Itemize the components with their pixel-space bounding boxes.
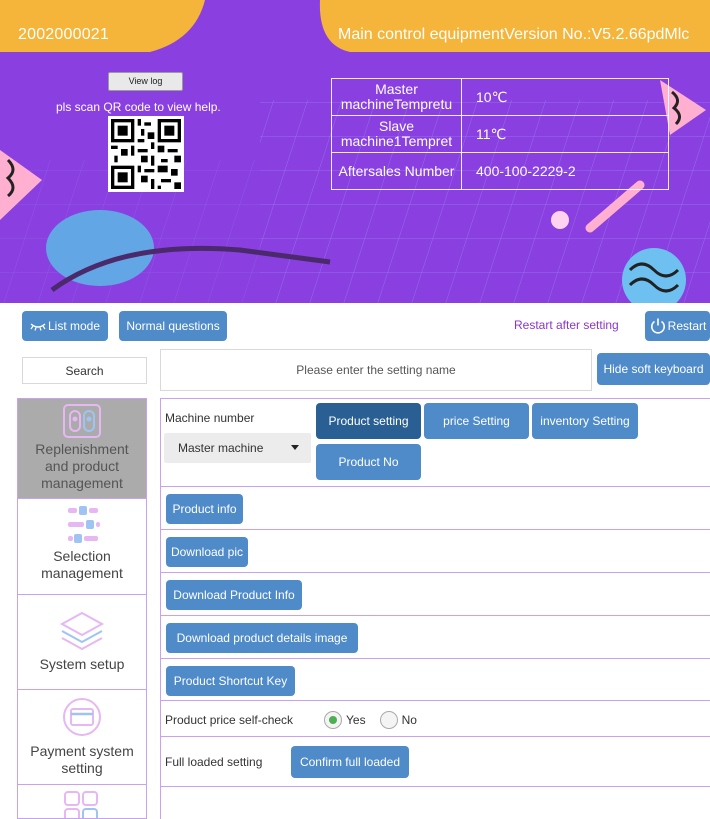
info-row: Slave machine1Tempret 11℃	[331, 115, 669, 153]
product-info-button[interactable]: Product info	[166, 494, 243, 524]
selection-icon	[68, 506, 100, 543]
radio-selected-dot	[329, 716, 337, 724]
normal-questions-button[interactable]: Normal questions	[119, 311, 227, 341]
download-details-image-row: Download product details image	[161, 616, 710, 659]
full-loaded-label: Full loaded setting	[165, 755, 263, 769]
info-key: Master machineTempretu	[331, 78, 462, 116]
tab-inventory-setting[interactable]: inventory Setting	[532, 403, 638, 439]
info-value: 11℃	[461, 115, 669, 153]
tab-product-setting[interactable]: Product setting	[316, 403, 421, 439]
shortcut-key-row: Product Shortcut Key	[161, 659, 710, 701]
sidebar-item-label: Selection management	[41, 548, 123, 581]
download-pic-button[interactable]: Download pic	[166, 537, 248, 567]
restart-label: Restart	[667, 319, 707, 333]
power-icon	[650, 318, 665, 334]
info-value: 10℃	[461, 78, 669, 116]
machine-select[interactable]: Master machine	[164, 433, 311, 463]
sidebar-item-label: Payment system setting	[30, 743, 134, 776]
download-product-info-row: Download Product Info	[161, 573, 710, 616]
product-info-row: Product info	[161, 487, 710, 530]
sidebar-item-payment[interactable]: Payment system setting	[18, 691, 146, 785]
sidebar-item-selection[interactable]: Selection management	[18, 500, 146, 595]
sidebar-item-replenishment[interactable]: Replenishment and product management	[18, 399, 146, 499]
shortcut-key-button[interactable]: Product Shortcut Key	[166, 666, 295, 696]
machine-info-table: Master machineTempretu 10℃ Slave machine…	[331, 78, 669, 190]
download-details-image-button[interactable]: Download product details image	[166, 623, 358, 653]
sidebar-item-label: Replenishment and product management	[35, 441, 129, 491]
radio-yes[interactable]	[324, 711, 342, 729]
layers-icon	[59, 611, 105, 651]
list-mode-label: List mode	[47, 319, 101, 333]
header-banner: 2002000021 Main control equipmentVersion…	[0, 0, 710, 303]
device-id: 2002000021	[18, 26, 109, 43]
machine-number-label: Machine number	[165, 411, 255, 425]
restart-hint-text: Restart after setting	[514, 318, 619, 332]
confirm-full-loaded-button[interactable]: Confirm full loaded	[291, 746, 409, 778]
info-row: Aftersales Number 400-100-2229-2	[331, 152, 669, 190]
tab-price-setting[interactable]: price Setting	[424, 403, 529, 439]
sidebar-item-more[interactable]	[18, 786, 146, 818]
qr-code-icon	[111, 119, 181, 189]
caret-down-icon	[291, 445, 299, 450]
info-row: Master machineTempretu 10℃	[331, 78, 669, 116]
card-icon	[63, 698, 101, 736]
search-input[interactable]	[160, 349, 592, 391]
grid-icon	[64, 791, 98, 818]
machine-select-value: Master machine	[178, 441, 264, 455]
eyelash-icon	[30, 323, 46, 331]
download-pic-row: Download pic	[161, 530, 710, 573]
sidebar-item-system-setup[interactable]: System setup	[18, 596, 146, 690]
product-icon	[63, 404, 101, 438]
radio-no-label: No	[401, 713, 417, 727]
qr-hint-text: pls scan QR code to view help.	[56, 100, 221, 114]
radio-no[interactable]	[379, 711, 398, 729]
qr-code	[108, 116, 184, 192]
info-key: Slave machine1Tempret	[331, 115, 462, 153]
search-label: Search	[22, 357, 147, 384]
radio-yes-label: Yes	[346, 713, 366, 727]
price-check-radio-group: Yes No	[324, 711, 431, 729]
info-key: Aftersales Number	[331, 152, 462, 190]
view-log-button[interactable]: View log	[108, 72, 183, 91]
sidebar: Replenishment and product management Sel…	[17, 398, 147, 819]
settings-panel: Machine number Master machine Product se…	[160, 398, 710, 819]
price-check-label: Product price self-check	[165, 713, 294, 727]
list-mode-button[interactable]: List mode	[22, 311, 108, 341]
machine-row: Machine number Master machine Product se…	[161, 399, 710, 487]
hide-soft-keyboard-button[interactable]: Hide soft keyboard	[597, 353, 710, 385]
sidebar-item-label: System setup	[39, 656, 125, 672]
price-check-row: Product price self-check Yes No	[161, 701, 710, 737]
info-value: 400-100-2229-2	[461, 152, 669, 190]
tab-product-no[interactable]: Product No	[316, 444, 421, 480]
version-text: Main control equipmentVersion No.:V5.2.6…	[338, 26, 690, 43]
restart-button[interactable]: Restart	[645, 311, 710, 341]
download-product-info-button[interactable]: Download Product Info	[166, 580, 302, 610]
full-loaded-row: Full loaded setting Confirm full loaded	[161, 737, 710, 787]
